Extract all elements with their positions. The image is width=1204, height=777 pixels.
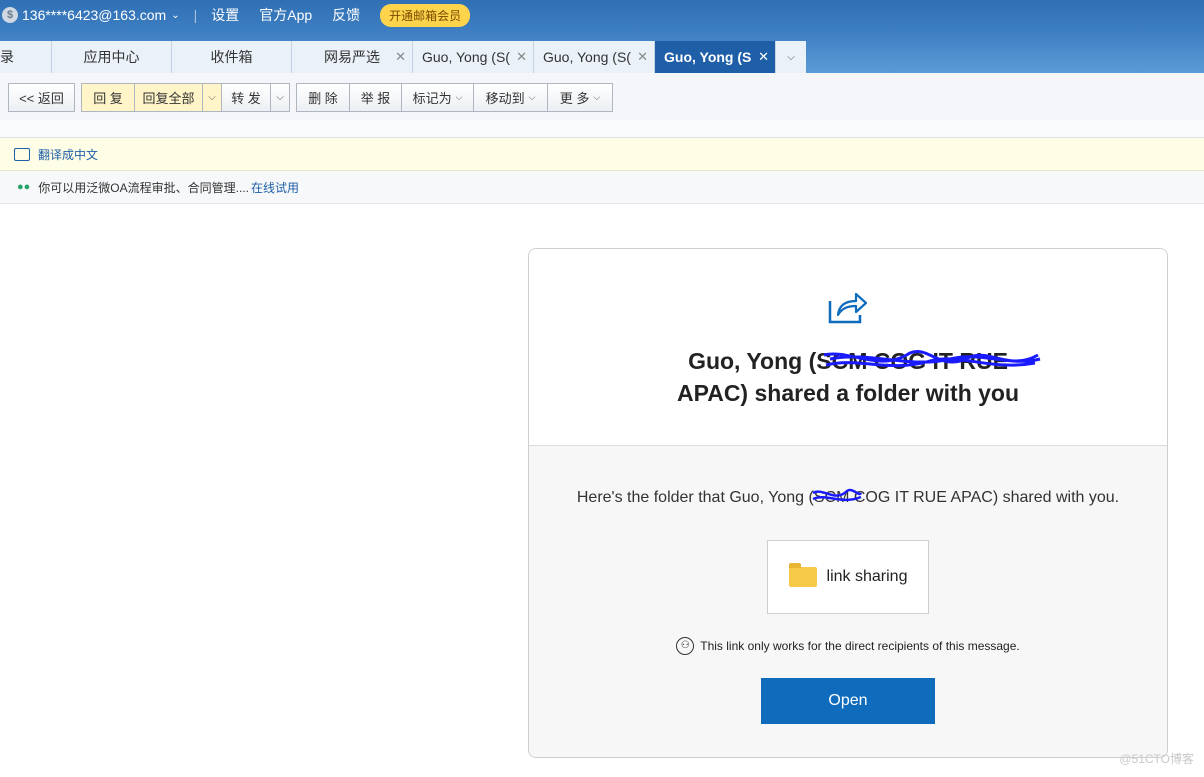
mark-as-label: 标记为 — [412, 91, 452, 106]
people-icon: ⚇ — [676, 637, 695, 655]
recipient-notice: ⚇ This link only works for the direct re… — [529, 637, 1167, 655]
tab-bar: 录 应用中心 收件箱 网易严选 ✕ Guo, Yong (S( ✕ Guo, Y… — [0, 41, 806, 73]
card-body: Here's the folder that Guo, Yong (SCM CO… — [529, 446, 1167, 757]
microsoft-logo-icon — [544, 772, 564, 777]
tab-more-dropdown[interactable]: ⌵ — [776, 41, 806, 73]
official-app-link[interactable]: 官方App — [259, 5, 312, 25]
open-button[interactable]: Open — [761, 678, 935, 724]
share-message: Here's the folder that Guo, Yong (SCM CO… — [576, 488, 1120, 507]
tab-inbox[interactable]: 收件箱 — [172, 41, 292, 73]
translate-bar[interactable]: 翻译成中文 — [0, 138, 1204, 171]
chevron-down-icon: ⌵ — [528, 92, 536, 102]
redaction-scribble — [823, 350, 1041, 368]
close-icon[interactable]: ✕ — [516, 49, 527, 65]
vip-upgrade-button[interactable]: 开通邮箱会员 — [380, 3, 471, 27]
card-header: Guo, Yong (SCM COG IT RUE APAC) shared a… — [529, 249, 1167, 446]
report-button[interactable]: 举 报 — [349, 83, 402, 112]
tab-label: 录 — [0, 49, 14, 65]
tab-label: Guo, Yong (S( — [543, 49, 631, 65]
chevron-down-icon: ⌵ — [787, 51, 795, 63]
reply-all-button[interactable]: 回复全部 — [134, 83, 203, 112]
translate-label[interactable]: 翻译成中文 — [38, 146, 98, 163]
ad-bar: ●● 你可以用泛微OA流程审批、合同管理.... 在线试用 — [0, 171, 1204, 204]
tab-app-center[interactable]: 应用中心 — [52, 41, 172, 73]
chevron-down-icon: ⌵ — [208, 92, 216, 103]
oa-logo-icon: ●● — [17, 181, 31, 193]
share-notification-card: Guo, Yong (SCM COG IT RUE APAC) shared a… — [528, 248, 1168, 758]
folder-icon — [788, 563, 817, 587]
top-bar: $ 136****6423@163.com ⌄ | 设置 官方App 反馈 开通… — [0, 0, 1204, 73]
more-button[interactable]: 更 多 ⌵ — [547, 83, 613, 112]
shared-folder-item[interactable]: link sharing — [767, 540, 929, 614]
tab-email-active[interactable]: Guo, Yong (S ✕ — [655, 41, 776, 73]
chevron-down-icon: ⌵ — [593, 92, 601, 102]
account-email[interactable]: 136****6423@163.com — [22, 7, 166, 23]
close-icon[interactable]: ✕ — [758, 49, 769, 65]
translate-icon — [14, 147, 30, 161]
close-icon[interactable]: ✕ — [637, 49, 648, 65]
chevron-down-icon: ⌵ — [455, 92, 463, 102]
tab-address-book[interactable]: 录 — [0, 41, 52, 73]
try-online-link[interactable]: 在线试用 — [251, 179, 299, 196]
tab-label: Guo, Yong (S — [664, 49, 752, 65]
close-icon[interactable]: ✕ — [395, 49, 406, 65]
forward-dropdown[interactable]: ⌵ — [270, 83, 290, 112]
delete-button[interactable]: 删 除 — [296, 83, 350, 112]
watermark: @51CTO博客 — [1119, 752, 1194, 766]
redaction-scribble — [812, 488, 862, 502]
settings-link[interactable]: 设置 — [211, 5, 239, 25]
more-label: 更 多 — [559, 91, 590, 106]
mark-as-button[interactable]: 标记为 ⌵ — [401, 83, 474, 112]
tab-label: 收件箱 — [210, 49, 253, 65]
reply-all-dropdown[interactable]: ⌵ — [202, 83, 222, 112]
headline-line-1: Guo, Yong (SCM COG IT RUE — [688, 345, 1041, 377]
tab-label: 应用中心 — [83, 49, 140, 65]
headline-line-2: APAC) shared a folder with you — [676, 380, 1020, 406]
move-to-button[interactable]: 移动到 ⌵ — [473, 83, 548, 112]
redacted-text: SCM — [812, 488, 862, 507]
tab-yanxuan[interactable]: 网易严选 ✕ — [292, 41, 413, 73]
separator: | — [193, 7, 198, 23]
feedback-link[interactable]: 反馈 — [332, 5, 360, 25]
tab-email-1[interactable]: Guo, Yong (S( ✕ — [413, 41, 534, 73]
move-to-label: 移动到 — [485, 91, 525, 106]
chevron-down-icon: ⌵ — [276, 92, 284, 103]
account-row: $ 136****6423@163.com ⌄ | 设置 官方App 反馈 开通… — [0, 0, 471, 30]
back-button[interactable]: << 返回 — [8, 83, 75, 112]
tab-label: 网易严选 — [324, 49, 380, 65]
forward-button[interactable]: 转 发 — [221, 83, 271, 112]
chevron-down-icon[interactable]: ⌄ — [171, 10, 179, 21]
reply-button[interactable]: 回 复 — [81, 83, 135, 112]
tab-email-2[interactable]: Guo, Yong (S( ✕ — [534, 41, 655, 73]
folder-name: link sharing — [826, 568, 908, 585]
tab-label: Guo, Yong (S( — [422, 49, 510, 65]
share-icon — [828, 292, 868, 324]
ad-text: 你可以用泛微OA流程审批、合同管理.... — [38, 180, 249, 195]
header-info-strip — [0, 120, 1204, 138]
coin-icon: $ — [2, 7, 18, 23]
share-headline: Guo, Yong (SCM COG IT RUE APAC) shared a… — [529, 345, 1167, 409]
mail-toolbar: << 返回 回 复 回复全部 ⌵ 转 发 ⌵ 删 除 举 报 标记为 ⌵ 移动到… — [0, 73, 1204, 120]
